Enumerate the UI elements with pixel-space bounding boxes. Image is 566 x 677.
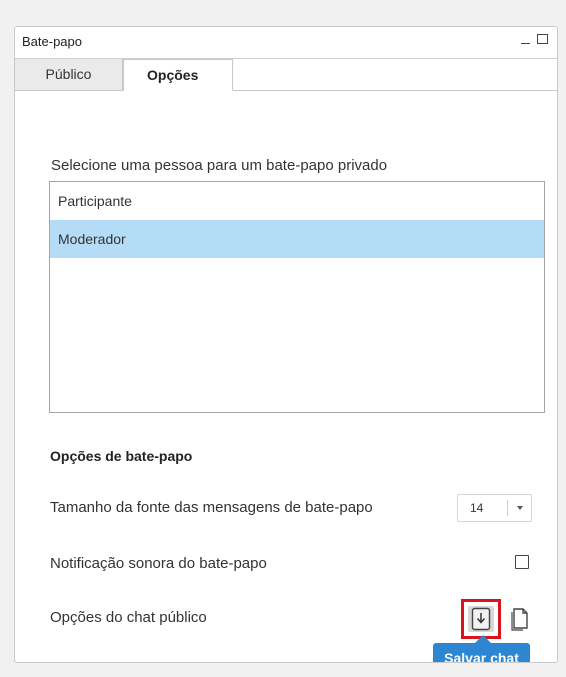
dropdown-arrow-icon [517,506,523,510]
window-controls [521,34,548,44]
person-moderador[interactable]: Moderador [50,220,544,258]
font-size-dropdown[interactable]: 14 [457,494,532,522]
tab-options[interactable]: Opções [123,59,233,91]
panel-titlebar: Bate-papo [15,27,557,59]
person-participante[interactable]: Participante [50,182,544,220]
font-size-value: 14 [470,501,484,515]
panel-title: Bate-papo [22,34,82,49]
chat-panel: Bate-papo Público Opções Selecione uma p… [14,26,558,663]
chat-tabs: Público Opções [15,59,557,91]
maximize-icon[interactable] [537,34,548,44]
save-chat-button[interactable] [461,599,501,639]
chat-options-title: Opções de bate-papo [50,448,193,464]
sound-notification-label: Notificação sonora do bate-papo [50,555,267,572]
save-chat-tooltip: Salvar chat [433,635,530,662]
copy-chat-icon[interactable] [509,606,531,632]
private-chat-instruction: Selecione uma pessoa para um bate-papo p… [51,157,388,174]
dropdown-separator [507,500,508,516]
minimize-icon[interactable] [521,34,531,44]
tab-public[interactable]: Público [15,59,123,90]
save-chat-icon [471,607,491,631]
private-chat-person-list[interactable]: Participante Moderador [49,181,545,413]
sound-notification-checkbox[interactable] [515,555,529,569]
